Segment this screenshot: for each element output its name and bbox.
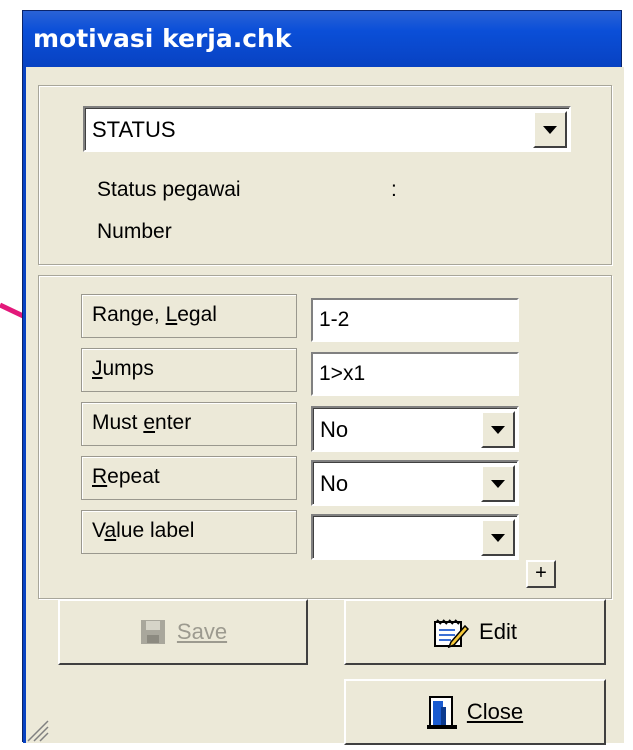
must-enter-label: Must enter: [81, 402, 297, 446]
value-label-label: Value label: [81, 510, 297, 554]
chevron-down-icon: [491, 425, 505, 434]
field-select-dropdown-button[interactable]: [533, 111, 567, 148]
window-title[interactable]: motivasi kerja.chk: [23, 11, 621, 67]
range-legal-label: Range, Legal: [81, 294, 297, 338]
field-separator: :: [391, 178, 397, 201]
jumps-input[interactable]: 1>x1: [311, 352, 519, 396]
repeat-select[interactable]: No: [311, 460, 519, 506]
properties-group: Range, Legal 1-2 Jumps 1>x1 Must enter N…: [38, 275, 612, 599]
edit-button[interactable]: Edit: [344, 599, 606, 665]
repeat-value: No: [320, 470, 349, 496]
must-enter-dropdown-button[interactable]: [481, 411, 515, 448]
repeat-dropdown-button[interactable]: [481, 465, 515, 502]
repeat-label: Repeat: [81, 456, 297, 500]
field-select[interactable]: STATUS: [83, 106, 571, 152]
add-value-label-button[interactable]: +: [526, 560, 556, 588]
chevron-down-icon: [543, 125, 557, 134]
checkcode-window: motivasi kerja.chk STATUS Status pegawai…: [22, 10, 624, 745]
save-button-label: Save: [176, 619, 228, 644]
must-enter-select[interactable]: No: [311, 406, 519, 452]
close-button-label: Close: [466, 699, 524, 724]
resize-grip-icon[interactable]: [26, 719, 50, 743]
field-type: Number: [97, 220, 172, 243]
exit-door-icon: [426, 696, 457, 729]
chevron-down-icon: [491, 479, 505, 488]
value-label-select[interactable]: [311, 514, 519, 560]
field-group: STATUS Status pegawai : Number: [38, 85, 612, 265]
close-button[interactable]: Close: [344, 679, 606, 745]
floppy-disk-icon: [140, 620, 165, 644]
range-legal-input[interactable]: 1-2: [311, 298, 519, 342]
save-button[interactable]: Save: [58, 599, 308, 665]
value-label-dropdown-button[interactable]: [481, 519, 515, 556]
window-body: STATUS Status pegawai : Number Range, Le…: [23, 67, 624, 745]
must-enter-value: No: [320, 416, 349, 442]
edit-button-label: Edit: [479, 619, 517, 644]
field-description: Status pegawai: [97, 178, 241, 201]
chevron-down-icon: [491, 533, 505, 542]
edit-notepad-icon: [434, 619, 470, 648]
jumps-label: Jumps: [81, 348, 297, 392]
field-select-value: STATUS: [92, 116, 176, 142]
